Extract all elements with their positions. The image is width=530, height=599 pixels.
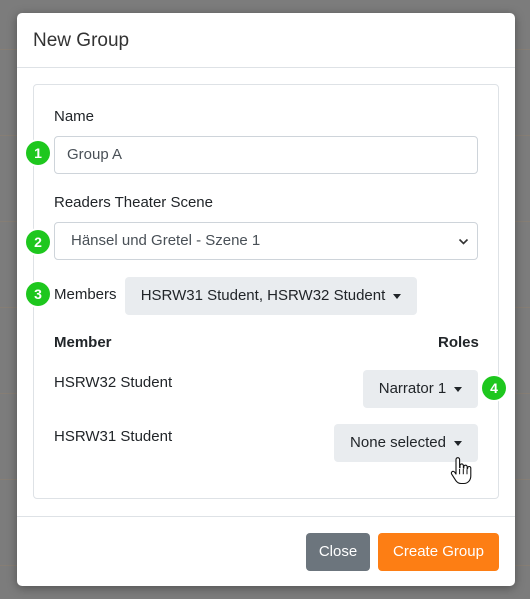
- close-button[interactable]: Close: [306, 533, 370, 571]
- step-badge-2: 2: [26, 230, 50, 254]
- create-group-button[interactable]: Create Group: [378, 533, 499, 571]
- chevron-down-icon: [458, 223, 469, 259]
- step-badge-3: 3: [26, 282, 50, 306]
- member-name-hsrw32: HSRW32 Student: [54, 374, 173, 391]
- members-dropdown-value: HSRW31 Student, HSRW32 Student: [140, 287, 386, 304]
- role-value-hsrw32: Narrator 1: [378, 380, 447, 397]
- step-badge-4: 4: [482, 376, 506, 400]
- modal-footer: Close Create Group: [17, 516, 515, 587]
- hand-pointer-icon: [450, 457, 472, 490]
- new-group-modal: New Group Name 1 Group A Readers Theater…: [17, 13, 515, 586]
- caret-down-icon: [393, 293, 402, 299]
- caret-down-icon: [454, 386, 463, 392]
- group-name-input[interactable]: Group A: [54, 136, 478, 174]
- scene-selected-value: Hänsel und Gretel - Szene 1: [71, 232, 261, 249]
- group-name-value: Group A: [67, 146, 123, 163]
- members-label: Members: [54, 286, 117, 303]
- step-badge-1: 1: [26, 141, 50, 165]
- role-dropdown-hsrw32[interactable]: Narrator 1: [363, 370, 478, 408]
- scene-label: Readers Theater Scene: [54, 194, 213, 211]
- role-value-hsrw31: None selected: [350, 434, 446, 451]
- modal-header: New Group: [17, 13, 515, 68]
- roles-column-header: Roles: [438, 334, 479, 351]
- scene-select[interactable]: Hänsel und Gretel - Szene 1: [54, 222, 478, 260]
- modal-title: New Group: [33, 30, 130, 51]
- member-name-hsrw31: HSRW31 Student: [54, 428, 173, 445]
- caret-down-icon: [453, 440, 462, 446]
- name-label: Name: [54, 108, 95, 125]
- member-column-header: Member: [54, 334, 112, 351]
- members-dropdown-button[interactable]: HSRW31 Student, HSRW32 Student: [125, 277, 417, 315]
